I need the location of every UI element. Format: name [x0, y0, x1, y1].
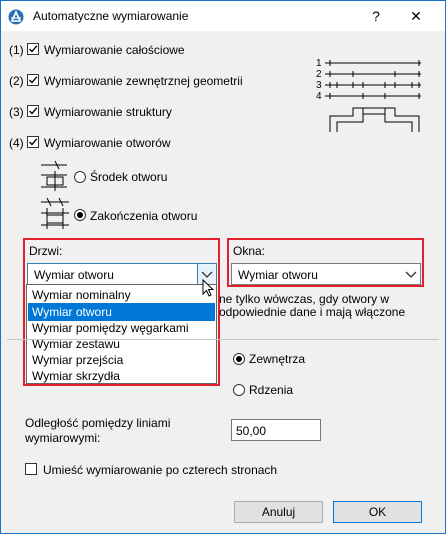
- option-number-3: (3): [9, 105, 24, 119]
- distance-value: 50,00: [236, 424, 267, 438]
- distance-label-line-1: Odległość pomiędzy liniami: [25, 416, 171, 430]
- radio-selected-dot: [77, 212, 83, 218]
- exterior-geometry-checkbox[interactable]: [27, 74, 39, 86]
- doors-label: Drzwi:: [29, 244, 63, 258]
- structure-dimension-checkbox[interactable]: [27, 105, 39, 117]
- chevron-down-icon: [405, 271, 417, 278]
- archicad-app-icon: [8, 9, 24, 25]
- distance-label-line-2: wymiarowymi:: [25, 431, 101, 445]
- option-number-1: (1): [9, 43, 24, 57]
- overall-dimension-label: Wymiarowanie całościowe: [44, 43, 185, 57]
- section-separator: [7, 339, 439, 340]
- four-sides-label: Umieść wymiarowanie po czterech stronach: [43, 463, 278, 477]
- exterior-geometry-label: Wymiarowanie zewnętrznej geometrii: [44, 74, 243, 88]
- checkmark-icon: [29, 107, 38, 115]
- structure-dimension-label: Wymiarowanie struktury: [44, 105, 172, 119]
- title-bar: Automatyczne wymiarowanie ? ✕: [1, 1, 445, 31]
- dialog-window: Automatyczne wymiarowanie ? ✕ (1) Wymiar…: [0, 0, 446, 534]
- four-sides-checkbox[interactable]: [25, 463, 37, 475]
- reference-core-radio[interactable]: [233, 384, 245, 396]
- option-number-4: (4): [9, 136, 24, 150]
- opening-ends-radio[interactable]: [74, 209, 86, 221]
- checkmark-icon: [29, 138, 38, 146]
- checkmark-icon: [29, 76, 38, 84]
- close-button[interactable]: ✕: [405, 5, 427, 27]
- preview-line-label: 3: [316, 80, 322, 91]
- openings-dimension-checkbox[interactable]: [27, 136, 39, 148]
- ok-button[interactable]: OK: [333, 501, 422, 523]
- option-number-2: (2): [9, 74, 24, 88]
- cancel-button[interactable]: Anuluj: [234, 501, 323, 523]
- windows-dropdown-button[interactable]: [402, 264, 420, 284]
- preview-line-label: 1: [316, 58, 322, 69]
- window-title: Automatyczne wymiarowanie: [33, 9, 189, 23]
- checkmark-icon: [29, 45, 38, 53]
- reference-exterior-label: Zewnętrza: [249, 352, 306, 366]
- windows-dimension-select[interactable]: Wymiar otworu: [231, 263, 421, 285]
- opening-ends-label: Zakończenia otworu: [90, 209, 198, 223]
- note-line-2: odpowiednie dane i mają włączone: [219, 305, 406, 319]
- doors-option-item[interactable]: Wymiar skrzydła: [28, 367, 215, 385]
- openings-dimension-label: Wymiarowanie otworów: [44, 136, 171, 150]
- doors-selected-value: Wymiar otworu: [34, 268, 114, 282]
- opening-ends-icon: [41, 197, 69, 229]
- reference-exterior-radio[interactable]: [233, 353, 245, 365]
- opening-center-radio[interactable]: [74, 171, 86, 183]
- doors-dimension-select[interactable]: Wymiar otworu: [27, 263, 217, 285]
- mouse-cursor-icon: [202, 279, 215, 297]
- opening-center-icon: [41, 160, 67, 191]
- note-line-1: ne tylko wówczas, gdy otwory w: [219, 292, 390, 306]
- radio-selected-dot: [236, 356, 242, 362]
- reference-core-label: Rdzenia: [249, 383, 294, 397]
- windows-selected-value: Wymiar otworu: [238, 268, 318, 282]
- doors-option-item[interactable]: Wymiar nominalny: [28, 286, 215, 304]
- doors-options-list: Wymiar nominalny Wymiar otworu Wymiar po…: [26, 284, 217, 384]
- preview-line-label: 2: [316, 69, 322, 80]
- dimension-preview-diagram: 1 2 3 4: [316, 58, 421, 132]
- windows-label: Okna:: [233, 244, 266, 258]
- overall-dimension-checkbox[interactable]: [27, 43, 39, 55]
- help-button[interactable]: ?: [365, 5, 387, 27]
- distance-value-field[interactable]: 50,00: [231, 419, 321, 441]
- opening-center-label: Środek otworu: [90, 170, 168, 184]
- preview-line-label: 4: [316, 91, 322, 102]
